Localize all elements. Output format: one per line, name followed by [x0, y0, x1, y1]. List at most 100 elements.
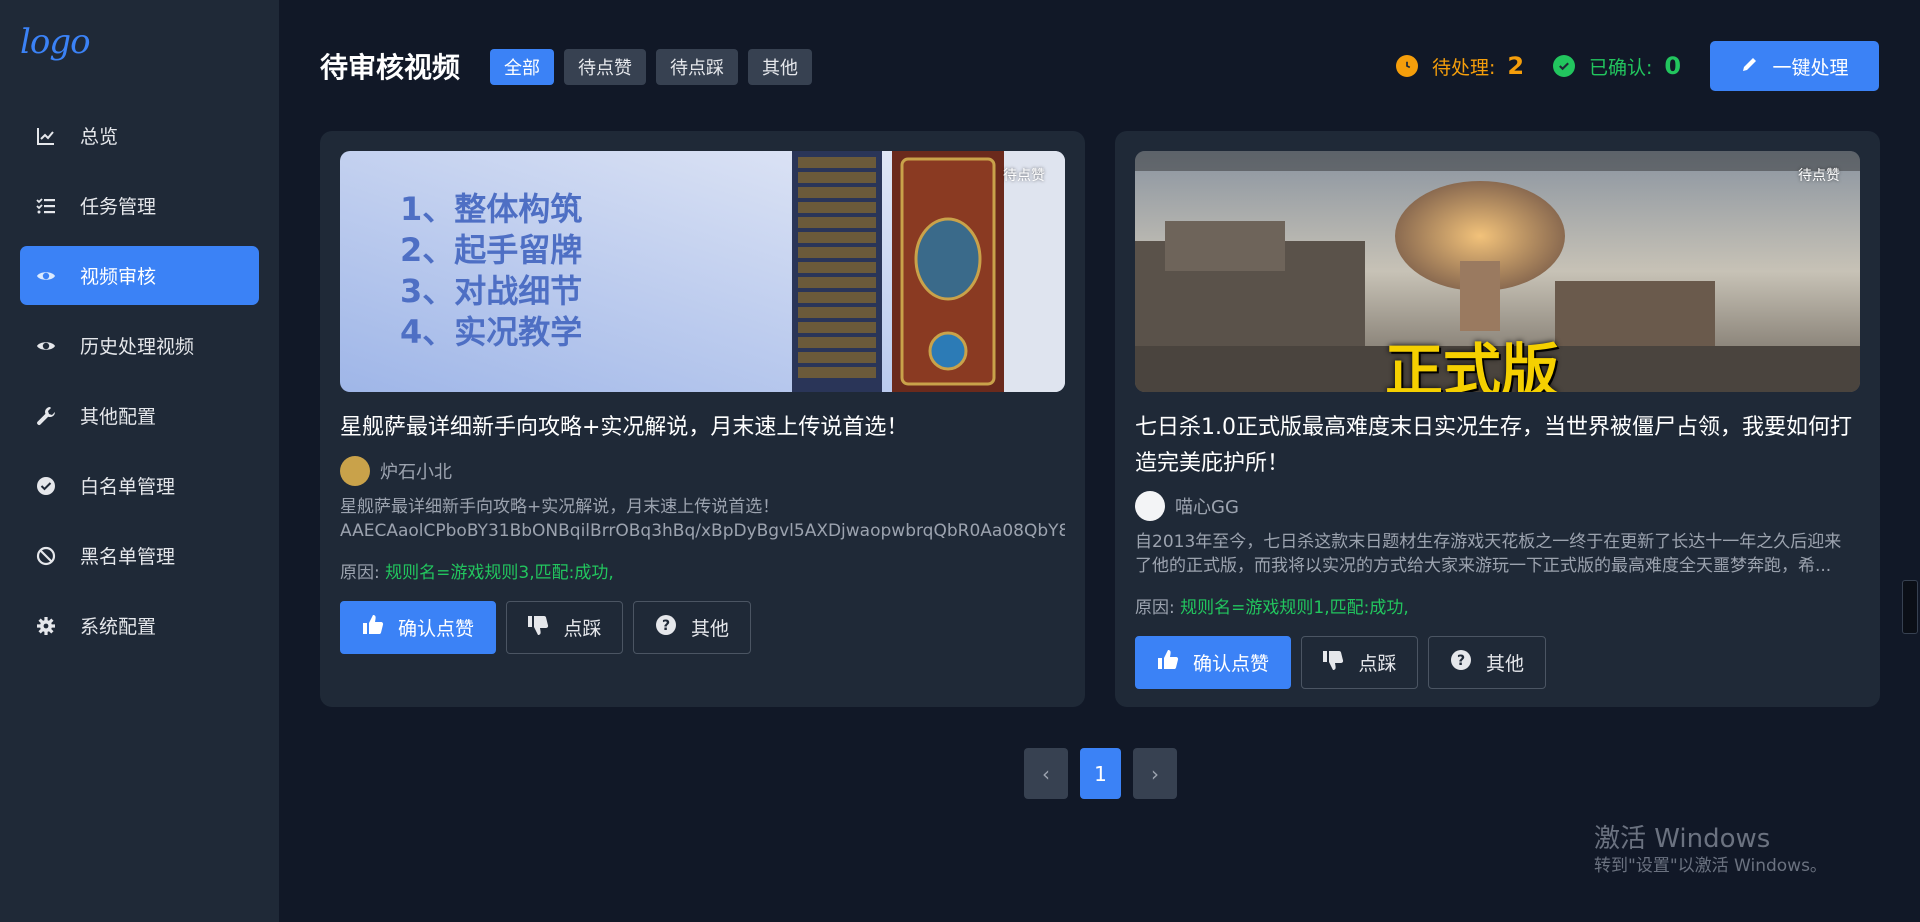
sidebar-item-history[interactable]: 历史处理视频: [20, 316, 259, 375]
activation-watermark-title: 激活 Windows: [1594, 824, 1771, 854]
sidebar-item-system-config[interactable]: 系统配置: [20, 596, 259, 655]
pagination: ‹ 1 ›: [1024, 748, 1177, 799]
video-card: 正式版 待点赞 七日杀1.0正式版最高难度末日实况生存，当世界被僵尸占领，我要如…: [1115, 131, 1880, 707]
question-circle-icon: ?: [655, 614, 677, 641]
thumbnail-line: 2、起手留牌: [400, 231, 583, 269]
author-name: 喵心GG: [1175, 497, 1239, 518]
pending-count: 2: [1507, 52, 1525, 80]
description-line: 了他的正式版，而我将以实况的方式给大家来游玩一下正式版的最高难度全天噩梦奔跑，希…: [1135, 556, 1832, 576]
scroll-handle[interactable]: [1902, 580, 1918, 634]
confirmed-label: 已确认:: [1589, 56, 1653, 79]
tab-other[interactable]: 其他: [748, 49, 812, 85]
batch-process-button[interactable]: 一键处理: [1710, 41, 1879, 91]
thumbnail-line: 1、整体构筑: [400, 190, 583, 228]
sidebar: logo 总览 任务管理 视频审核 历史处理视频 其他配置 白名单管理 黑名单管…: [0, 0, 279, 922]
thumbnail-line: 3、对战细节: [400, 272, 583, 310]
sidebar-item-other-config[interactable]: 其他配置: [20, 386, 259, 445]
video-author[interactable]: 喵心GG: [1135, 491, 1239, 521]
sidebar-item-label: 其他配置: [80, 406, 157, 428]
sidebar-item-label: 黑名单管理: [80, 546, 176, 568]
tab-all[interactable]: 全部: [490, 49, 554, 85]
batch-process-label: 一键处理: [1772, 56, 1849, 79]
page-title: 待审核视频: [320, 51, 461, 84]
sidebar-item-label: 总览: [80, 126, 119, 148]
thumbnail-overlay-text: 正式版: [1385, 337, 1560, 392]
check-circle-icon: [34, 474, 58, 498]
video-title[interactable]: 星舰萨最详细新手向攻略+实况解说，月末速上传说首选！: [340, 410, 1065, 446]
confirm-like-button[interactable]: 确认点赞: [1135, 636, 1291, 689]
sidebar-item-label: 系统配置: [80, 616, 157, 638]
reason-label: 原因:: [1135, 598, 1175, 618]
sidebar-item-tasks[interactable]: 任务管理: [20, 176, 259, 235]
reason-label: 原因:: [340, 563, 380, 583]
thumbnail-line: 4、实况教学: [400, 313, 583, 351]
video-description: 星舰萨最详细新手向攻略+实况解说，月末速上传说首选！ AAECAaolCPboB…: [340, 495, 1065, 543]
thumbs-down-icon: [527, 614, 549, 641]
sidebar-item-label: 白名单管理: [80, 476, 176, 498]
pending-label: 待处理:: [1432, 56, 1496, 79]
svg-text:?: ?: [1457, 653, 1465, 669]
tab-pending-dislike[interactable]: 待点踩: [656, 49, 738, 85]
confirm-like-label: 确认点赞: [397, 618, 474, 640]
confirmed-status: 已确认: 0: [1553, 52, 1681, 80]
author-name: 炉石小北: [380, 462, 452, 483]
match-reason: 原因: 规则名=游戏规则1,匹配:成功,: [1135, 593, 1409, 618]
logo[interactable]: logo: [20, 22, 91, 62]
other-button[interactable]: ? 其他: [633, 601, 751, 654]
video-author[interactable]: 炉石小北: [340, 456, 452, 486]
sidebar-item-label: 任务管理: [80, 196, 157, 218]
activation-watermark-hint: 转到"设置"以激活 Windows。: [1594, 856, 1827, 876]
sidebar-item-overview[interactable]: 总览: [20, 106, 259, 165]
card-actions: 确认点赞 点踩 ? 其他: [1135, 636, 1546, 689]
description-line: 自2013年至今，七日杀这款末日题材生存游戏天花板之一终于在更新了长达十一年之久…: [1135, 532, 1842, 552]
other-button[interactable]: ? 其他: [1428, 636, 1546, 689]
video-description: 自2013年至今，七日杀这款末日题材生存游戏天花板之一终于在更新了长达十一年之久…: [1135, 530, 1860, 578]
confirm-like-label: 确认点赞: [1192, 653, 1269, 675]
sidebar-item-blacklist[interactable]: 黑名单管理: [20, 526, 259, 585]
clock-icon: [1396, 55, 1418, 77]
dislike-button[interactable]: 点踩: [506, 601, 623, 654]
sidebar-item-whitelist[interactable]: 白名单管理: [20, 456, 259, 515]
sidebar-item-video-review[interactable]: 视频审核: [20, 246, 259, 305]
question-circle-icon: ?: [1450, 649, 1472, 676]
confirmed-count: 0: [1664, 52, 1682, 80]
sidebar-item-label: 视频审核: [80, 266, 157, 288]
eye-icon: [34, 334, 58, 358]
sidebar-nav: 总览 任务管理 视频审核 历史处理视频 其他配置 白名单管理 黑名单管理 系统配…: [20, 106, 259, 666]
gear-icon: [34, 614, 58, 638]
other-label: 其他: [1485, 653, 1524, 675]
page-number-current[interactable]: 1: [1080, 748, 1121, 799]
sidebar-item-label: 历史处理视频: [80, 336, 195, 358]
prev-page-button[interactable]: ‹: [1024, 748, 1068, 799]
video-thumbnail[interactable]: 正式版 待点赞: [1135, 151, 1860, 392]
avatar: [340, 456, 370, 486]
video-card: 1、整体构筑 2、起手留牌 3、对战细节 4、实况教学 待点赞 星舰萨最详细新手…: [320, 131, 1085, 707]
reason-value: 规则名=游戏规则3,匹配:成功,: [385, 563, 614, 583]
pencil-icon: [1740, 54, 1760, 79]
thumbnail-text: 1、整体构筑 2、起手留牌 3、对战细节 4、实况教学: [400, 189, 582, 353]
dislike-label: 点踩: [563, 618, 602, 640]
thumbs-up-icon: [362, 614, 384, 641]
next-page-button[interactable]: ›: [1133, 748, 1177, 799]
other-label: 其他: [690, 618, 729, 640]
thumbs-down-icon: [1322, 649, 1344, 676]
video-thumbnail[interactable]: 1、整体构筑 2、起手留牌 3、对战细节 4、实况教学 待点赞: [340, 151, 1065, 392]
wrench-icon: [34, 404, 58, 428]
filter-tabs: 全部 待点赞 待点踩 其他: [490, 49, 812, 85]
list-check-icon: [34, 194, 58, 218]
ban-icon: [34, 544, 58, 568]
tab-pending-like[interactable]: 待点赞: [564, 49, 646, 85]
description-line: AAECAaolCPboBY31BbONBqilBrrOBq3hBq/xBpDy…: [340, 521, 1065, 541]
dislike-button[interactable]: 点踩: [1301, 636, 1418, 689]
status-badge: 待点赞: [1003, 168, 1045, 184]
svg-text:?: ?: [662, 618, 670, 634]
confirm-like-button[interactable]: 确认点赞: [340, 601, 496, 654]
status-badge: 待点赞: [1798, 168, 1840, 184]
pending-status: 待处理: 2: [1396, 52, 1524, 80]
check-circle-icon: [1553, 55, 1575, 77]
video-title[interactable]: 七日杀1.0正式版最高难度末日实况生存，当世界被僵尸占领，我要如何打造完美庇护所…: [1135, 410, 1860, 482]
thumbs-up-icon: [1157, 649, 1179, 676]
reason-value: 规则名=游戏规则1,匹配:成功,: [1180, 598, 1409, 618]
description-line: 星舰萨最详细新手向攻略+实况解说，月末速上传说首选！: [340, 497, 780, 517]
eye-icon: [34, 264, 58, 288]
